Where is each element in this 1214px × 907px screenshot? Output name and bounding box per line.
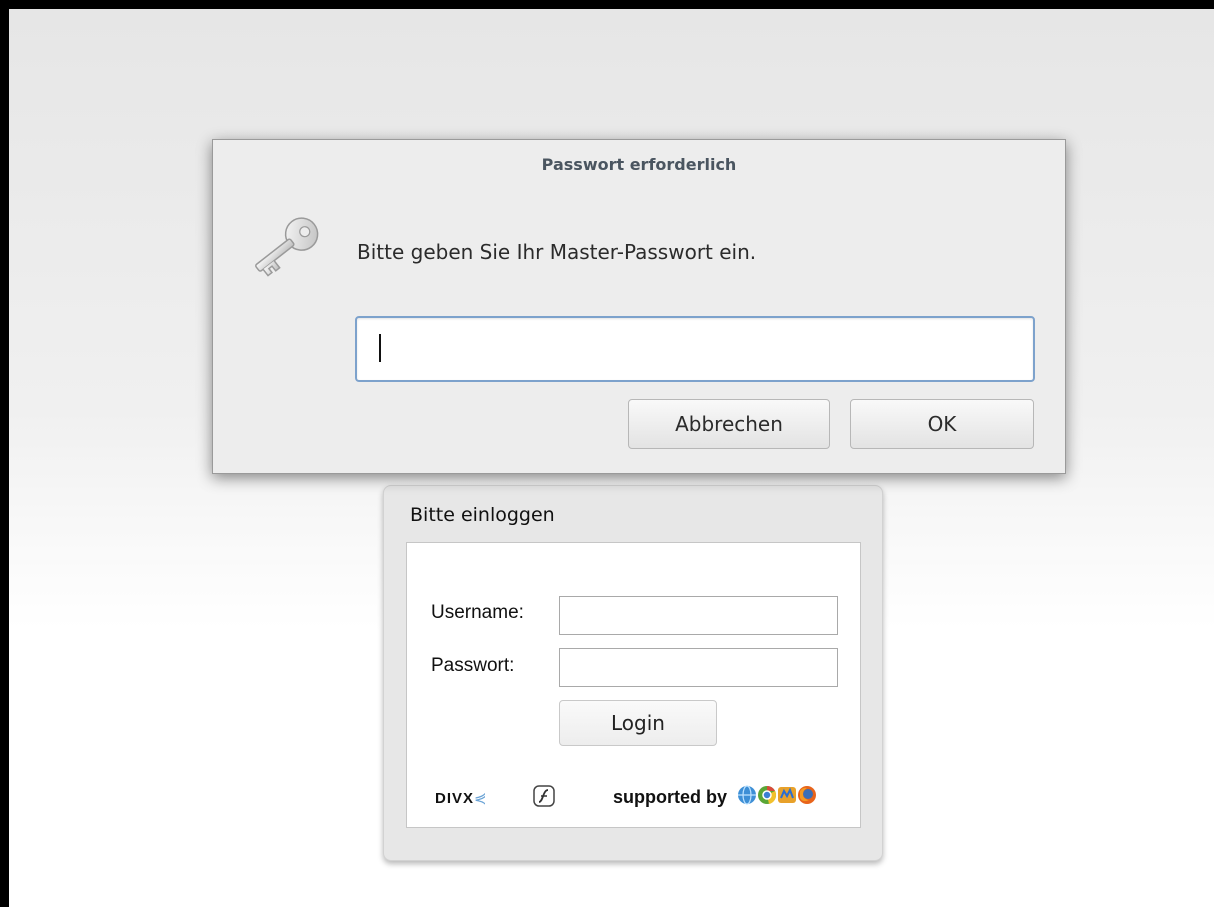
- supported-by-text: supported by: [613, 787, 728, 807]
- page-background: Bitte einloggen Username: Passwort: Logi…: [9, 9, 1214, 907]
- chrome-icon: [758, 786, 777, 804]
- ok-button[interactable]: OK: [850, 399, 1034, 449]
- password-label: Passwort:: [431, 655, 515, 676]
- winamp-icon: [778, 787, 796, 803]
- flash-icon: [533, 785, 555, 807]
- dialog-message: Bitte geben Sie Ihr Master-Passwort ein.: [357, 240, 757, 264]
- browser-globe-icon: [738, 785, 756, 805]
- username-label: Username:: [431, 602, 524, 623]
- dialog-title: Passwort erforderlich: [541, 155, 737, 174]
- divx-logo: DIVX⋞: [435, 790, 488, 807]
- master-password-input[interactable]: [355, 316, 1035, 382]
- text-caret: [379, 334, 381, 362]
- firefox-icon: [798, 786, 816, 804]
- login-button[interactable]: Login: [559, 700, 717, 746]
- password-dialog: Passwort erforderlich Bitte geben Sie Ih…: [212, 139, 1066, 474]
- cancel-button[interactable]: Abbrechen: [628, 399, 830, 449]
- username-input[interactable]: [559, 596, 838, 635]
- key-icon: [255, 217, 319, 277]
- login-form: Username: Passwort: Login DIVX⋞ supporte…: [406, 542, 861, 828]
- password-input[interactable]: [559, 648, 838, 687]
- divx-logo-text: DIVX: [435, 790, 475, 807]
- login-title: Bitte einloggen: [410, 504, 555, 526]
- login-panel: Bitte einloggen Username: Passwort: Logi…: [383, 485, 883, 861]
